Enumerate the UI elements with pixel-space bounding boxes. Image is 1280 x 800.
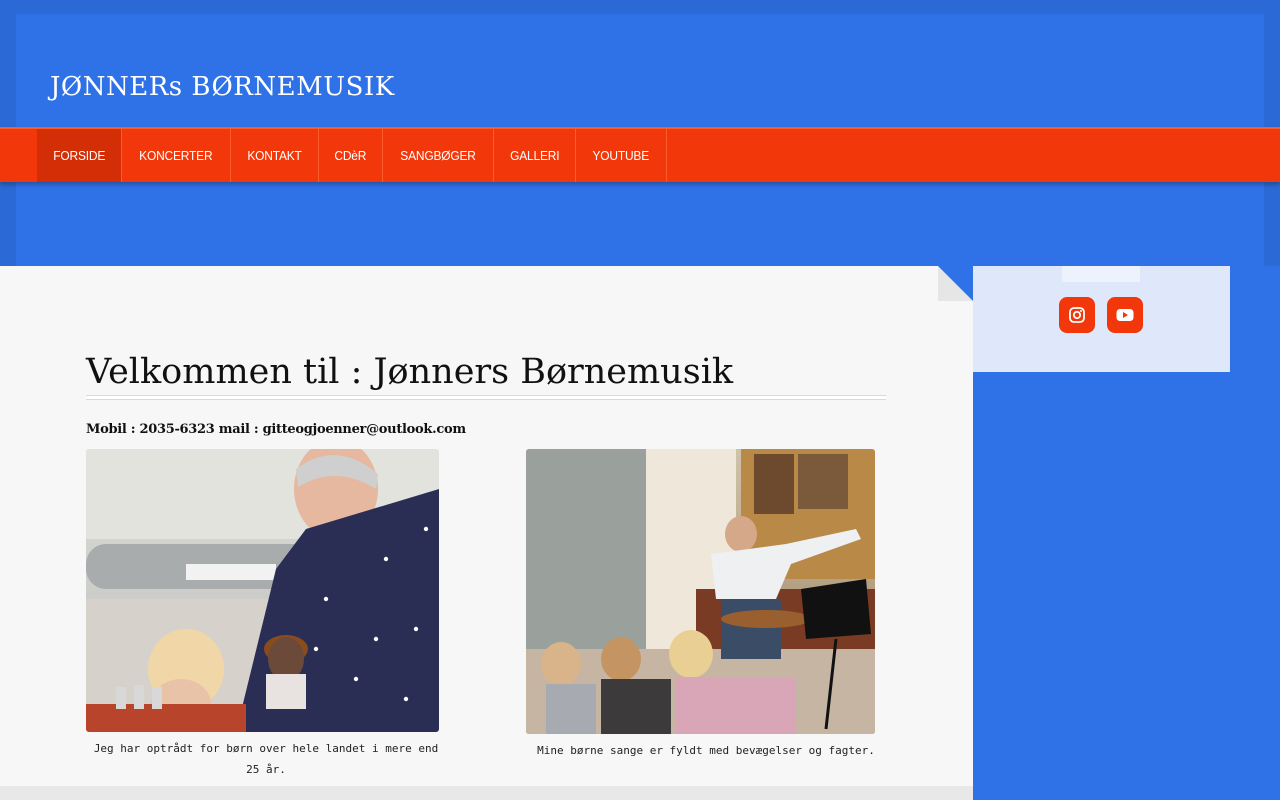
nav-item-label: FORSIDE bbox=[53, 148, 106, 163]
instagram-button[interactable] bbox=[1059, 297, 1095, 333]
photo-caption: Jeg har optrådt for børn over hele lande… bbox=[93, 742, 439, 776]
nav-item-forside[interactable]: FORSIDE bbox=[37, 129, 123, 182]
youtube-icon bbox=[1116, 309, 1134, 321]
youtube-button[interactable] bbox=[1107, 297, 1143, 333]
photo-church-concert bbox=[526, 449, 875, 734]
nav-item-galleri[interactable]: GALLERI bbox=[494, 129, 577, 182]
photo-image bbox=[86, 449, 439, 732]
photo-caption: Mine børne sange er fyldt med bevægelser… bbox=[537, 744, 875, 757]
photo-performer-with-children bbox=[86, 449, 439, 732]
nav-item-koncerter[interactable]: KONCERTER bbox=[122, 129, 231, 182]
nav-item-cder[interactable]: CDèR bbox=[319, 129, 383, 182]
page-corner-fold bbox=[938, 266, 973, 301]
widget-title-placeholder bbox=[1062, 266, 1140, 282]
instagram-icon bbox=[1069, 307, 1085, 323]
site-title[interactable]: JØNNERs BØRNEMUSIK bbox=[50, 72, 395, 102]
content-bottom-strip bbox=[0, 786, 973, 800]
photo-image bbox=[526, 449, 875, 734]
heading-divider bbox=[86, 395, 886, 400]
nav-item-youtube[interactable]: YOUTUBE bbox=[576, 129, 667, 182]
nav-item-label: KONCERTER bbox=[139, 148, 213, 163]
page-background-top bbox=[0, 0, 1280, 14]
nav-item-label: GALLERI bbox=[509, 148, 559, 163]
nav-item-label: KONTAKT bbox=[247, 148, 302, 163]
main-navigation: FORSIDE KONCERTER KONTAKT CDèR SANGBØGER… bbox=[0, 127, 1280, 182]
nav-item-label: SANGBØGER bbox=[399, 148, 476, 163]
nav-item-label: CDèR bbox=[334, 148, 367, 163]
nav-item-kontakt[interactable]: KONTAKT bbox=[231, 129, 320, 182]
nav-item-sangboger[interactable]: SANGBØGER bbox=[383, 129, 494, 182]
contact-info: Mobil : 2035-6323 mail : gitteogjoenner@… bbox=[86, 422, 466, 437]
nav-item-label: YOUTUBE bbox=[592, 148, 650, 163]
page-heading: Velkommen til : Jønners Børnemusik bbox=[86, 352, 734, 392]
sidebar-social-widget bbox=[973, 266, 1230, 372]
